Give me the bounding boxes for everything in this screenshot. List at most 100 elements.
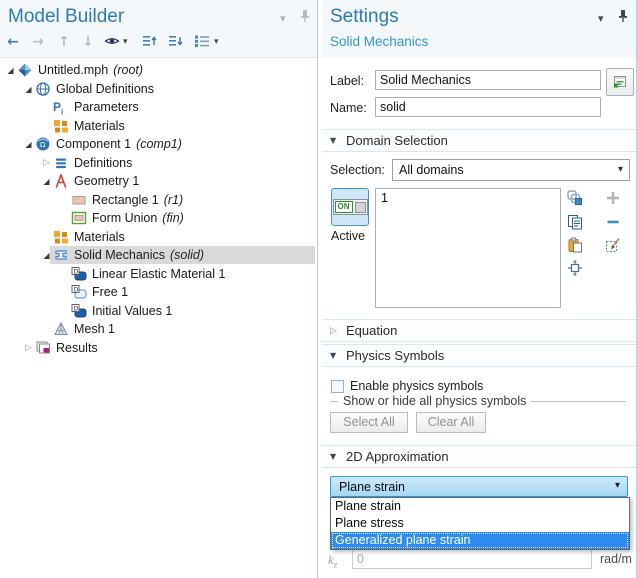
tree-item-global-definitions[interactable]: ◢ Global Definitions bbox=[0, 80, 317, 98]
tree-item-rectangle1[interactable]: Rectangle 1 (r1) bbox=[0, 191, 317, 209]
tree-item-materials-component[interactable]: Materials bbox=[0, 228, 317, 246]
tree-item-materials-global[interactable]: Materials bbox=[0, 117, 317, 135]
create-selection-icon[interactable] bbox=[566, 189, 583, 206]
node-text-dropdown-icon[interactable]: ▾ bbox=[214, 37, 219, 47]
geometry-icon bbox=[53, 173, 69, 189]
free-icon: D bbox=[71, 284, 87, 300]
parameters-icon: Pi bbox=[53, 99, 69, 115]
expander-icon[interactable]: ◢ bbox=[40, 177, 53, 186]
add-to-selection-icon[interactable] bbox=[604, 189, 621, 206]
initial-values-icon: D bbox=[71, 303, 87, 319]
section-collapse-icon[interactable]: ▼ bbox=[330, 136, 346, 145]
expander-icon[interactable]: ▷ bbox=[40, 158, 53, 168]
comsol-window: Model Builder ▾ ← → ↑ ↓ ▾ ▾ bbox=[0, 0, 637, 578]
approximation-option-list: Plane strain Plane stress Generalized pl… bbox=[330, 497, 630, 550]
enable-physics-symbols-label: Enable physics symbols bbox=[350, 379, 483, 393]
approximation-dropdown[interactable]: Plane strain ▾ bbox=[330, 476, 628, 497]
physics-symbols-group: Show or hide all physics symbols bbox=[330, 394, 626, 408]
section-title: Domain Selection bbox=[346, 133, 448, 148]
paste-selection-icon[interactable] bbox=[566, 236, 583, 253]
tree-item-solid-mechanics[interactable]: ◢ Solid Mechanics (solid) bbox=[0, 246, 317, 264]
clear-selection-icon[interactable] bbox=[604, 236, 621, 253]
move-up-icon[interactable]: ↑ bbox=[55, 33, 73, 51]
panel-menu-icon[interactable]: ▾ bbox=[280, 12, 286, 25]
rectangle-icon bbox=[71, 192, 87, 208]
svg-text:D: D bbox=[74, 305, 79, 312]
expander-icon[interactable]: ◢ bbox=[40, 251, 53, 260]
kz-unit: rad/m bbox=[600, 552, 632, 566]
section-physics-symbols[interactable]: ▼ Physics Symbols bbox=[322, 344, 636, 367]
panel-menu-icon[interactable]: ▾ bbox=[598, 12, 604, 25]
tree-item-geometry1[interactable]: ◢ Geometry 1 bbox=[0, 172, 317, 190]
expander-icon[interactable]: ◢ bbox=[22, 85, 35, 94]
approximation-value: Plane strain bbox=[339, 480, 405, 494]
section-equation[interactable]: ▷ Equation bbox=[322, 319, 636, 342]
rename-button[interactable] bbox=[606, 68, 634, 96]
component-icon: Ω bbox=[35, 136, 51, 152]
domain-list[interactable]: 1 bbox=[375, 188, 561, 308]
chevron-down-icon: ▾ bbox=[618, 164, 623, 175]
domain-list-item[interactable]: 1 bbox=[376, 189, 560, 207]
expander-icon[interactable]: ◢ bbox=[22, 140, 35, 149]
selection-value: All domains bbox=[399, 163, 464, 177]
definitions-icon bbox=[53, 155, 69, 171]
selection-dropdown[interactable]: All domains ▾ bbox=[392, 159, 630, 181]
model-tree-node-text-icon[interactable] bbox=[193, 33, 211, 51]
section-collapse-icon[interactable]: ▼ bbox=[330, 351, 346, 360]
expander-icon[interactable]: ◢ bbox=[4, 66, 17, 75]
svg-text:D: D bbox=[74, 268, 79, 275]
model-builder-title: Model Builder bbox=[8, 6, 124, 28]
remove-from-selection-icon[interactable] bbox=[604, 213, 621, 230]
selection-label: Selection: bbox=[330, 163, 385, 177]
pin-icon[interactable] bbox=[300, 9, 310, 26]
global-definitions-icon bbox=[35, 81, 51, 97]
option-plane-strain[interactable]: Plane strain bbox=[331, 498, 629, 515]
option-generalized-plane-strain[interactable]: Generalized plane strain bbox=[331, 532, 629, 549]
collapse-all-icon[interactable] bbox=[141, 33, 159, 51]
section-2d-approximation[interactable]: ▼ 2D Approximation bbox=[322, 445, 636, 468]
kz-input[interactable] bbox=[352, 549, 592, 569]
expand-all-icon[interactable] bbox=[167, 33, 185, 51]
materials-icon bbox=[53, 118, 69, 134]
label-field-label: Label: bbox=[330, 74, 364, 88]
section-collapse-icon[interactable]: ▼ bbox=[330, 452, 346, 461]
toggle-on-icon: ON bbox=[333, 199, 368, 215]
section-expand-icon[interactable]: ▷ bbox=[330, 326, 346, 336]
select-all-button[interactable]: Select All bbox=[330, 412, 408, 433]
model-builder-panel: Model Builder ▾ ← → ↑ ↓ ▾ ▾ bbox=[0, 0, 317, 578]
move-down-icon[interactable]: ↓ bbox=[79, 33, 97, 51]
show-dropdown-icon[interactable]: ▾ bbox=[123, 37, 128, 47]
clear-all-button[interactable]: Clear All bbox=[416, 412, 486, 433]
copy-selection-icon[interactable] bbox=[566, 213, 583, 230]
zoom-to-selection-icon[interactable] bbox=[566, 259, 583, 276]
section-domain-selection[interactable]: ▼ Domain Selection bbox=[322, 129, 636, 152]
forward-arrow-icon[interactable]: → bbox=[29, 33, 47, 51]
svg-text:D: D bbox=[74, 286, 79, 293]
tree-item-root[interactable]: ◢ Untitled.mph (root) bbox=[0, 61, 317, 79]
tree-item-definitions[interactable]: ▷ Definitions bbox=[0, 154, 317, 172]
results-icon bbox=[35, 340, 51, 356]
group-label: Show or hide all physics symbols bbox=[343, 394, 526, 408]
mesh-icon bbox=[53, 321, 69, 337]
active-toggle-button[interactable]: ON bbox=[331, 188, 369, 226]
option-plane-stress[interactable]: Plane stress bbox=[331, 515, 629, 532]
show-icon[interactable] bbox=[103, 33, 121, 51]
tree-item-form-union[interactable]: Form Union (fin) bbox=[0, 209, 317, 227]
tree-item-results[interactable]: ▷ Results bbox=[0, 339, 317, 357]
enable-physics-symbols-checkbox[interactable] bbox=[331, 380, 344, 393]
section-title: Equation bbox=[346, 323, 397, 338]
tree-item-mesh1[interactable]: Mesh 1 bbox=[0, 320, 317, 338]
tree-item-linear-elastic-material[interactable]: D Linear Elastic Material 1 bbox=[0, 265, 317, 283]
name-input[interactable] bbox=[375, 97, 601, 117]
tree-item-component1[interactable]: ◢ Ω Component 1 (comp1) bbox=[0, 135, 317, 153]
solid-mechanics-icon bbox=[53, 247, 69, 263]
pin-icon[interactable] bbox=[618, 9, 628, 26]
tree-item-initial-values1[interactable]: D Initial Values 1 bbox=[0, 302, 317, 320]
tree-item-parameters[interactable]: Pi Parameters bbox=[0, 98, 317, 116]
tree-item-free1[interactable]: D Free 1 bbox=[0, 283, 317, 301]
label-input[interactable] bbox=[375, 70, 601, 90]
back-arrow-icon[interactable]: ← bbox=[4, 33, 22, 51]
section-title: Physics Symbols bbox=[346, 348, 444, 363]
expander-icon[interactable]: ▷ bbox=[22, 343, 35, 353]
model-builder-header: Model Builder ▾ ← → ↑ ↓ ▾ ▾ bbox=[0, 0, 317, 58]
